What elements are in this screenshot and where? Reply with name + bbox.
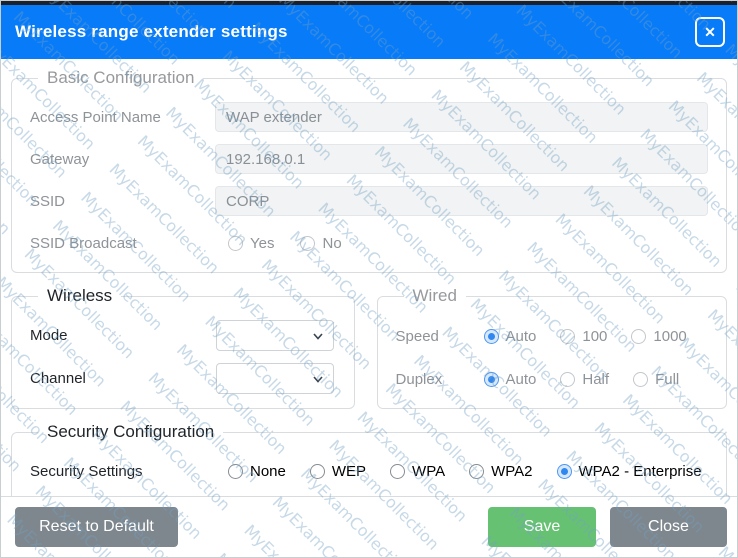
basic-configuration-section: Basic Configuration Access Point Name Ga… xyxy=(11,68,727,273)
channel-row: Channel xyxy=(30,363,336,394)
ssid-row: SSID xyxy=(30,186,708,216)
duplex-label: Duplex xyxy=(396,371,484,388)
ssid-broadcast-options: Yes No xyxy=(228,235,342,252)
wireless-extender-dialog: Wireless range extender settings ✕ Basic… xyxy=(0,0,738,558)
radio-icon xyxy=(310,464,325,479)
chevron-down-icon xyxy=(311,372,325,386)
title-bar: Wireless range extender settings ✕ xyxy=(1,1,737,59)
ssid-label: SSID xyxy=(30,193,215,210)
save-button[interactable]: Save xyxy=(488,507,596,547)
speed-label: Speed xyxy=(396,328,484,345)
security-wpa-option[interactable]: WPA xyxy=(390,463,445,480)
wireless-section: Wireless Mode Channel xyxy=(11,286,355,409)
ssid-broadcast-row: SSID Broadcast Yes No xyxy=(30,228,708,258)
chevron-down-icon xyxy=(311,329,325,343)
wireless-legend: Wireless xyxy=(38,286,121,306)
ssid-input[interactable] xyxy=(215,186,708,216)
mode-label: Mode xyxy=(30,327,216,344)
access-point-name-input[interactable] xyxy=(215,102,708,132)
duplex-options: Auto Half Full xyxy=(484,371,680,388)
access-point-name-label: Access Point Name xyxy=(30,109,215,126)
radio-icon xyxy=(633,372,648,387)
radio-icon xyxy=(560,372,575,387)
close-dialog-button[interactable]: Close xyxy=(610,507,727,547)
security-settings-label: Security Settings xyxy=(30,463,215,480)
mode-select[interactable] xyxy=(216,320,334,351)
speed-options: Auto 100 1000 xyxy=(484,328,687,345)
duplex-half-option[interactable]: Half xyxy=(560,371,609,388)
mode-row: Mode xyxy=(30,320,336,351)
ssid-broadcast-no-option[interactable]: No xyxy=(300,235,341,252)
close-button[interactable]: ✕ xyxy=(695,17,725,47)
security-none-option[interactable]: None xyxy=(228,463,286,480)
radio-icon xyxy=(469,464,484,479)
gateway-label: Gateway xyxy=(30,151,215,168)
wired-legend: Wired xyxy=(404,286,466,306)
speed-100-option[interactable]: 100 xyxy=(560,328,607,345)
radio-icon xyxy=(557,464,572,479)
basic-configuration-legend: Basic Configuration xyxy=(38,68,203,88)
speed-1000-option[interactable]: 1000 xyxy=(631,328,686,345)
gateway-row: Gateway xyxy=(30,144,708,174)
duplex-row: Duplex Auto Half Full xyxy=(396,364,708,394)
ssid-broadcast-label: SSID Broadcast xyxy=(30,235,215,252)
radio-icon xyxy=(228,236,243,251)
security-settings-options: None WEP WPA WPA2 WPA2 - Enterprise xyxy=(228,463,702,480)
ssid-broadcast-yes-option[interactable]: Yes xyxy=(228,235,274,252)
security-settings-row: Security Settings None WEP WPA WPA2 xyxy=(30,456,708,486)
radio-icon xyxy=(484,329,499,344)
channel-label: Channel xyxy=(30,370,216,387)
speed-auto-option[interactable]: Auto xyxy=(484,328,537,345)
radio-icon xyxy=(300,236,315,251)
middle-sections: Wireless Mode Channel xyxy=(1,286,737,409)
close-icon: ✕ xyxy=(704,24,716,41)
security-configuration-legend: Security Configuration xyxy=(38,422,223,442)
access-point-name-row: Access Point Name xyxy=(30,102,708,132)
security-wep-option[interactable]: WEP xyxy=(310,463,366,480)
dialog-title: Wireless range extender settings xyxy=(15,22,288,42)
security-wpa2-option[interactable]: WPA2 xyxy=(469,463,532,480)
duplex-full-option[interactable]: Full xyxy=(633,371,679,388)
radio-icon xyxy=(484,372,499,387)
footer-bar: Reset to Default Save Close xyxy=(1,496,737,557)
radio-icon xyxy=(390,464,405,479)
radio-icon xyxy=(228,464,243,479)
speed-row: Speed Auto 100 1000 xyxy=(396,321,708,351)
wired-section: Wired Speed Auto 100 1000 xyxy=(377,286,727,409)
security-wpa2-enterprise-option[interactable]: WPA2 - Enterprise xyxy=(557,463,702,480)
gateway-input[interactable] xyxy=(215,144,708,174)
reset-to-default-button[interactable]: Reset to Default xyxy=(15,507,178,547)
channel-select[interactable] xyxy=(216,363,334,394)
duplex-auto-option[interactable]: Auto xyxy=(484,371,537,388)
radio-icon xyxy=(631,329,646,344)
radio-icon xyxy=(560,329,575,344)
